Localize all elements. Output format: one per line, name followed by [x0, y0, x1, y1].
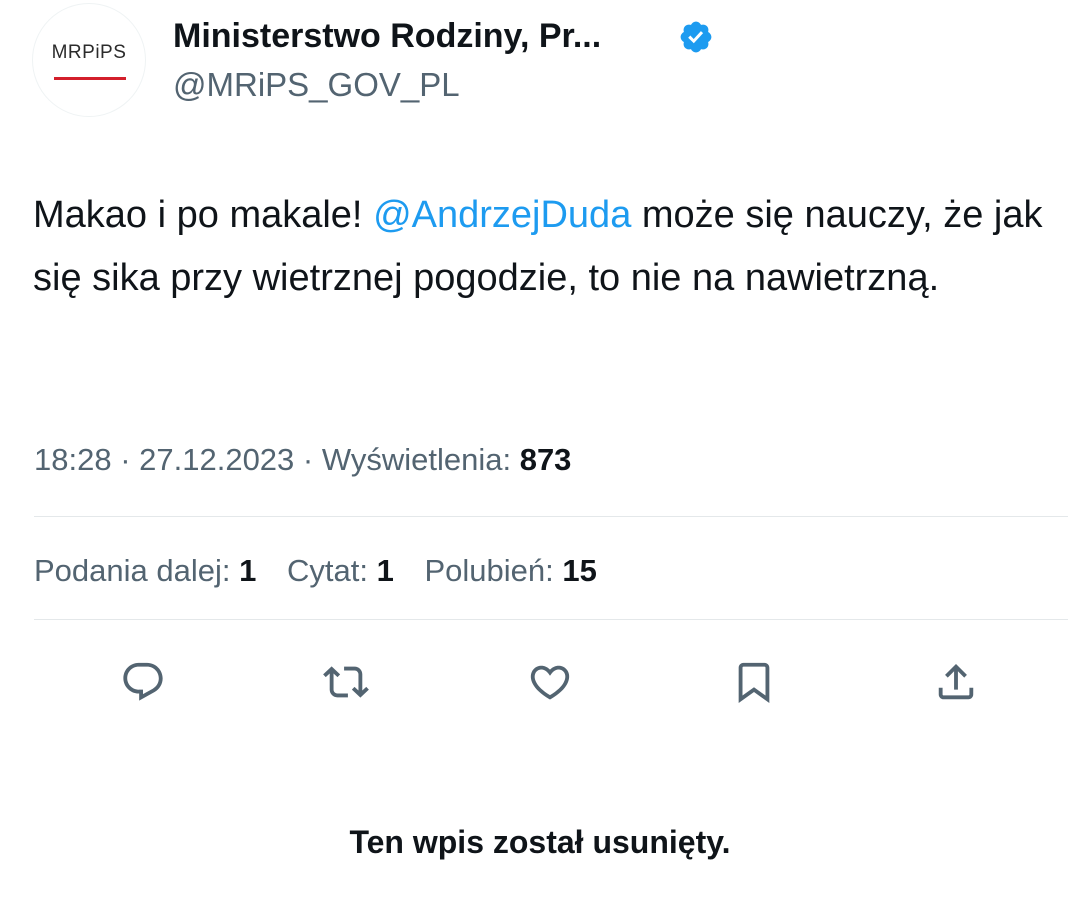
author-handle[interactable]: @MRiPS_GOV_PL: [173, 63, 460, 107]
deleted-notice: Ten wpis został usunięty.: [349, 824, 731, 860]
retweets-count: 1: [239, 553, 257, 588]
share-icon: [938, 663, 974, 700]
retweet-icon: [323, 666, 369, 698]
quotes-count: 1: [376, 553, 394, 588]
like-button[interactable]: [524, 656, 576, 708]
retweets-stat[interactable]: Podania dalej: 1: [34, 553, 256, 588]
share-button[interactable]: [930, 656, 982, 708]
tweet-date[interactable]: 27.12.2023: [139, 442, 294, 477]
likes-label: Polubień:: [424, 553, 563, 588]
meta-separator: ·: [111, 442, 140, 477]
reply-button[interactable]: [117, 656, 169, 708]
avatar[interactable]: MRPiPS: [32, 3, 146, 117]
author-display-name[interactable]: Ministerstwo Rodziny, Pr...: [173, 14, 601, 58]
tweet-meta: 18:28 · 27.12.2023 · Wyświetlenia: 873: [34, 440, 571, 480]
tweet-card: MRPiPS Ministerstwo Rodziny, Pr... @MRiP…: [0, 0, 1080, 900]
retweets-label: Podania dalej:: [34, 553, 240, 588]
tweet-time[interactable]: 18:28: [34, 442, 112, 477]
divider: [34, 619, 1068, 620]
quotes-label: Cytat:: [286, 553, 377, 588]
quotes-stat[interactable]: Cytat: 1: [287, 553, 394, 588]
views-label: Wyświetlenia:: [321, 442, 520, 477]
divider: [34, 516, 1068, 517]
mention-link[interactable]: @AndrzejDuda: [373, 194, 631, 236]
like-icon: [530, 665, 570, 700]
avatar-logo-line: [54, 77, 126, 80]
likes-stat[interactable]: Polubień: 15: [424, 553, 596, 588]
tweet-text-part: Makao i po makale!: [33, 194, 374, 236]
bookmark-button[interactable]: [728, 656, 780, 708]
verified-badge-icon: [680, 21, 712, 53]
avatar-logo-text: MRPiPS: [51, 42, 127, 63]
bookmark-icon: [738, 662, 770, 703]
likes-count: 15: [562, 553, 597, 588]
tweet-stats: Podania dalej: 1 Cytat: 1 Polubień: 15: [34, 551, 619, 591]
views-count: 873: [519, 442, 572, 477]
reply-icon: [123, 662, 163, 701]
tweet-text: Makao i po makale! @AndrzejDuda może się…: [33, 184, 1043, 310]
meta-separator: ·: [294, 442, 322, 477]
retweet-button[interactable]: [320, 656, 372, 708]
